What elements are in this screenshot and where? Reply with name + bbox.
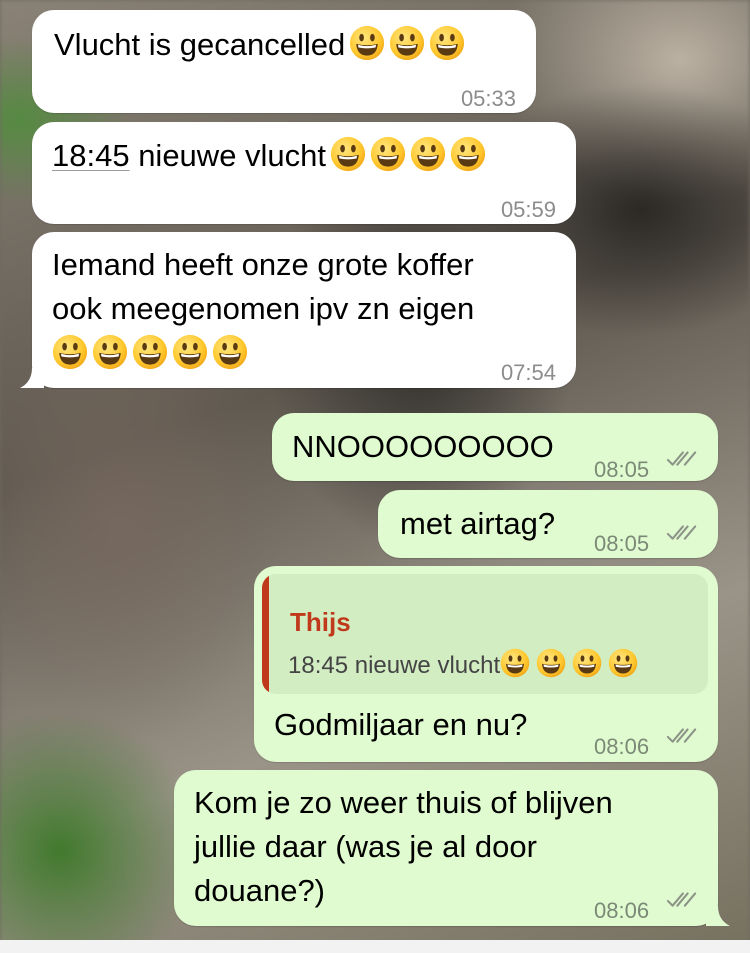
- bubble-tail: [706, 906, 730, 926]
- message-timestamp: 08:05: [594, 531, 650, 556]
- incoming-message[interactable]: Vlucht is gecancelled 05:33: [32, 10, 536, 113]
- bubble-tail: [20, 368, 44, 388]
- bottom-bar: [0, 940, 750, 953]
- message-text: met airtag?: [400, 506, 556, 541]
- smiley-emoji-icon: [389, 25, 425, 61]
- message-line: ook meegenomen ipv zn eigen: [52, 291, 475, 326]
- time-link[interactable]: 18:45: [52, 138, 130, 173]
- smiley-emoji-icon: [212, 334, 248, 370]
- message-timestamp: 05:33: [460, 86, 516, 111]
- quoted-message[interactable]: Thijs 18:45 nieuwe vlucht: [262, 574, 708, 694]
- outgoing-reply-message[interactable]: Thijs 18:45 nieuwe vlucht Godmiljaar en …: [254, 566, 718, 762]
- quote-author: Thijs: [290, 607, 351, 637]
- incoming-message[interactable]: Iemand heeft onze grote koffer ook meege…: [20, 232, 576, 388]
- message-timestamp: 07:54: [500, 360, 556, 385]
- outgoing-message[interactable]: NNOOOOOOOOO 08:05: [272, 413, 718, 482]
- message-timestamp: 08:05: [594, 457, 650, 482]
- outgoing-message[interactable]: Kom je zo weer thuis of blijven jullie d…: [174, 770, 730, 926]
- smiley-emoji-icon: [608, 648, 638, 678]
- outgoing-message[interactable]: met airtag? 08:05: [378, 490, 718, 558]
- message-text: Godmiljaar en nu?: [274, 707, 528, 742]
- smiley-emoji-icon: [536, 648, 566, 678]
- smiley-emoji-icon: [330, 136, 366, 172]
- message-text: nieuwe vlucht: [129, 138, 327, 173]
- double-check-icon: [666, 890, 698, 910]
- message-text: Vlucht is gecancelled: [54, 27, 346, 62]
- double-check-icon: [666, 726, 698, 746]
- incoming-message[interactable]: 18:45 nieuwe vlucht 05:59: [32, 122, 576, 224]
- smiley-emoji-icon: [410, 136, 446, 172]
- smiley-emoji-icon: [132, 334, 168, 370]
- message-text: NNOOOOOOOOO: [292, 429, 554, 464]
- quote-accent-bar: [262, 574, 269, 694]
- smiley-emoji-icon: [370, 136, 406, 172]
- smiley-emoji-icon: [450, 136, 486, 172]
- smiley-emoji-icon: [92, 334, 128, 370]
- message-line: douane?): [194, 873, 326, 908]
- smiley-emoji-icon: [52, 334, 88, 370]
- message-timestamp: 08:06: [594, 734, 650, 759]
- message-line: Iemand heeft onze grote koffer: [52, 247, 474, 282]
- double-check-icon: [666, 523, 698, 543]
- smiley-emoji-icon: [572, 648, 602, 678]
- smiley-emoji-icon: [429, 25, 465, 61]
- message-line: jullie daar (was je al door: [194, 829, 537, 864]
- double-check-icon: [666, 449, 698, 469]
- message-timestamp: 05:59: [500, 197, 556, 222]
- smiley-emoji-icon: [349, 25, 385, 61]
- message-timestamp: 08:06: [594, 898, 650, 923]
- message-line: Kom je zo weer thuis of blijven: [194, 785, 613, 820]
- smiley-emoji-icon: [500, 648, 530, 678]
- quote-text: 18:45 nieuwe vlucht: [288, 652, 501, 679]
- smiley-emoji-icon: [172, 334, 208, 370]
